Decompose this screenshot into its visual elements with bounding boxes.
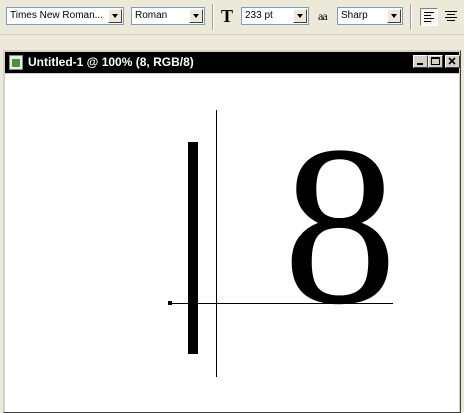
align-center-button[interactable] [442, 8, 460, 26]
font-size-icon: T [221, 6, 234, 26]
document-window[interactable]: Untitled-1 @ 100% (8, RGB/8) 8 [3, 50, 461, 413]
insertion-line [216, 110, 217, 377]
font-family-value: Times New Roman... [10, 10, 103, 21]
document-title: Untitled-1 @ 100% (8, RGB/8) [28, 55, 194, 69]
antialias-select[interactable]: Sharp [337, 7, 403, 25]
document-titlebar[interactable]: Untitled-1 @ 100% (8, RGB/8) [5, 52, 460, 73]
type-options-bar: Times New Roman... Roman T 233 pt aa Sha… [0, 0, 464, 35]
maximize-button[interactable] [428, 55, 443, 68]
minimize-button[interactable] [413, 55, 428, 68]
font-size-select[interactable]: 233 pt [241, 7, 309, 25]
font-style-select[interactable]: Roman [131, 7, 205, 25]
text-cursor-bar [188, 142, 198, 354]
font-style-value: Roman [135, 10, 168, 21]
type-layer-text[interactable]: 8 [283, 112, 397, 340]
font-size-value: 233 pt [245, 10, 273, 21]
close-button[interactable] [445, 55, 460, 68]
antialias-value: Sharp [341, 10, 368, 21]
image-canvas[interactable]: 8 [5, 74, 459, 412]
separator [212, 4, 214, 30]
chevron-down-icon[interactable] [293, 9, 307, 23]
separator [410, 4, 412, 30]
antialias-icon: aa [318, 9, 328, 23]
chevron-down-icon[interactable] [108, 9, 122, 23]
align-left-button[interactable] [420, 8, 438, 26]
chevron-down-icon[interactable] [189, 9, 203, 23]
photoshop-document-icon [9, 55, 23, 70]
chevron-down-icon[interactable] [387, 9, 401, 23]
font-family-select[interactable]: Times New Roman... [6, 7, 124, 25]
close-icon [448, 57, 456, 65]
baseline-anchor[interactable] [168, 301, 172, 305]
